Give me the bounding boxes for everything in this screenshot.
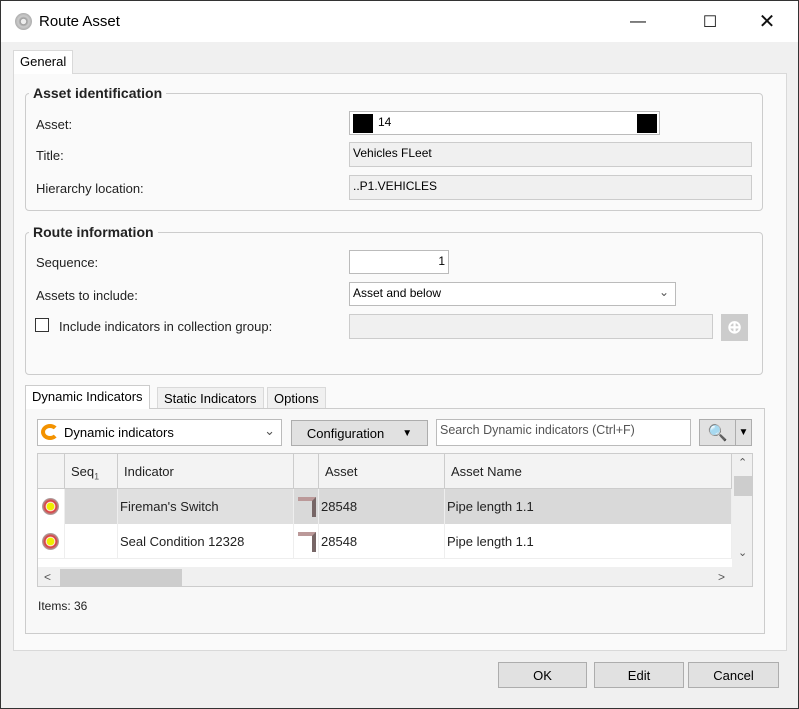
assets-to-include-label: Assets to include:	[36, 288, 138, 303]
status-cell	[38, 524, 65, 559]
gauge-icon	[42, 498, 59, 515]
search-button[interactable]: 🔍	[699, 419, 736, 446]
scroll-right-icon[interactable]: >	[718, 570, 725, 584]
asset-cell: 28548	[319, 489, 445, 524]
asset-value: 14	[378, 115, 392, 129]
title-label: Title:	[36, 148, 64, 163]
hierarchy-field: ..P1.VEHICLES	[349, 175, 752, 200]
asset-identification-title: Asset identification	[29, 85, 167, 101]
window-title: Route Asset	[39, 13, 120, 30]
type-cell	[294, 489, 319, 524]
dropdown-arrow-icon: ▼	[402, 427, 413, 439]
column-header-seq[interactable]: Seq1	[65, 454, 118, 489]
table-row[interactable]: Seal Condition 12328 28548 Pipe length 1…	[38, 524, 732, 559]
sequence-label: Sequence:	[36, 255, 99, 270]
include-indicators-label: Include indicators in collection group:	[59, 319, 273, 334]
route-asset-dialog: Route Asset — ☐ ✕ General Asset identifi…	[0, 0, 799, 709]
asset-clear-icon[interactable]	[637, 114, 657, 133]
horizontal-scroll-thumb[interactable]	[60, 569, 182, 586]
column-header-asset[interactable]: Asset	[319, 454, 445, 489]
configuration-button[interactable]: Configuration ▼	[291, 420, 428, 446]
asset-name-cell: Pipe length 1.1	[445, 524, 732, 559]
search-options-button[interactable]: ▼	[735, 419, 752, 446]
plus-icon: ⊕	[726, 317, 743, 337]
dynamic-indicators-icon	[41, 424, 59, 440]
sequence-input[interactable]: 1	[349, 250, 449, 274]
app-icon	[15, 13, 32, 30]
tab-static-indicators[interactable]: Static Indicators	[157, 387, 264, 409]
seq-header-label: Seq	[71, 464, 95, 479]
scroll-left-icon[interactable]: <	[44, 570, 51, 584]
route-information-title: Route information	[29, 224, 158, 240]
collection-group-field	[349, 314, 713, 339]
seq-cell	[65, 524, 118, 559]
asset-input[interactable]: 14	[349, 111, 660, 135]
table-row[interactable]: Fireman's Switch 28548 Pipe length 1.1	[38, 489, 732, 524]
column-header-status[interactable]	[38, 454, 65, 489]
column-header-type[interactable]	[294, 454, 319, 489]
indicator-cell: Seal Condition 12328	[118, 524, 294, 559]
indicators-grid: Seq1 Indicator Asset Asset Name Fireman'…	[37, 453, 753, 587]
assets-to-include-value: Asset and below	[353, 286, 442, 300]
edit-button[interactable]: Edit	[594, 662, 684, 688]
asset-label: Asset:	[36, 117, 73, 132]
tab-general[interactable]: General	[13, 50, 74, 74]
dropdown-arrow-icon: ▼	[738, 427, 749, 438]
search-input[interactable]: Search Dynamic indicators (Ctrl+F)	[436, 419, 691, 446]
asset-name-cell: Pipe length 1.1	[445, 489, 732, 524]
cancel-button[interactable]: Cancel	[688, 662, 779, 688]
add-collection-group-button[interactable]: ⊕	[721, 314, 748, 341]
chevron-down-icon: ⌄	[658, 285, 669, 299]
hierarchy-label: Hierarchy location:	[36, 181, 144, 196]
tab-dynamic-indicators[interactable]: Dynamic Indicators	[25, 385, 150, 409]
sort-order-indicator: 1	[94, 471, 100, 482]
search-icon: 🔍	[707, 424, 728, 442]
ok-button[interactable]: OK	[498, 662, 587, 688]
vertical-scrollbar[interactable]: ⌃ ⌄	[732, 454, 752, 567]
indicator-type-value: Dynamic indicators	[64, 425, 174, 440]
column-header-indicator[interactable]: Indicator	[118, 454, 294, 489]
seq-cell	[65, 489, 118, 524]
indicator-cell: Fireman's Switch	[118, 489, 294, 524]
chevron-down-icon: ⌄	[264, 423, 275, 438]
tab-options[interactable]: Options	[267, 387, 326, 409]
assets-to-include-select[interactable]: Asset and below ⌄	[349, 282, 676, 306]
horizontal-scrollbar[interactable]: < >	[38, 567, 752, 586]
gauge-icon	[42, 533, 59, 550]
title-bar: Route Asset — ☐ ✕	[1, 1, 798, 42]
maximize-button[interactable]: ☐	[687, 1, 733, 42]
items-count: Items: 36	[38, 599, 88, 613]
close-button[interactable]: ✕	[744, 1, 790, 42]
type-cell	[294, 524, 319, 559]
column-header-asset-name[interactable]: Asset Name	[445, 454, 732, 489]
pipe-icon	[298, 532, 316, 552]
vertical-scroll-thumb[interactable]	[734, 476, 752, 496]
configuration-label: Configuration	[306, 425, 385, 441]
include-indicators-checkbox[interactable]	[35, 318, 49, 332]
minimize-button[interactable]: —	[615, 1, 661, 42]
status-cell	[38, 489, 65, 524]
title-field: Vehicles FLeet	[349, 142, 752, 167]
scroll-down-icon[interactable]: ⌄	[738, 546, 747, 559]
pipe-icon	[298, 497, 316, 517]
asset-cell: 28548	[319, 524, 445, 559]
asset-lookup-icon[interactable]	[353, 114, 373, 133]
indicator-type-select[interactable]: Dynamic indicators ⌄	[37, 419, 282, 446]
scroll-up-icon[interactable]: ⌃	[738, 456, 747, 469]
